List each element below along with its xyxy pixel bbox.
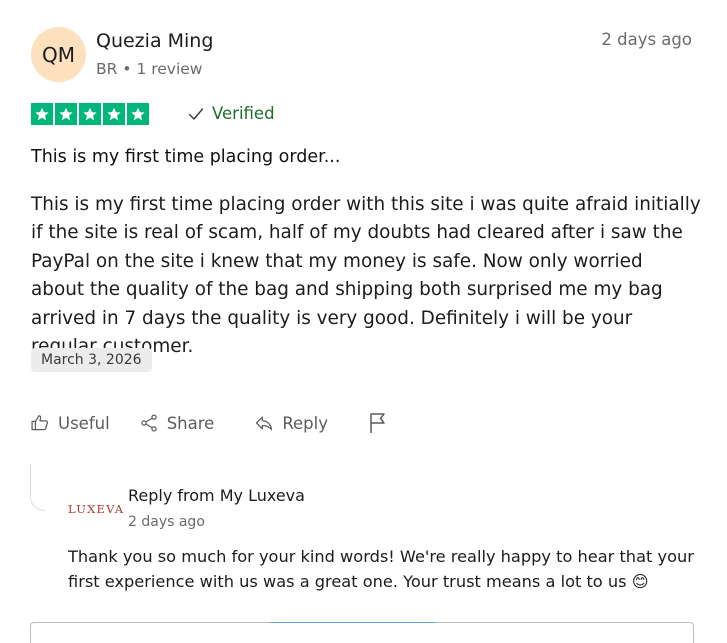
reviewer-avatar[interactable]: QM xyxy=(31,27,86,82)
verified-badge[interactable]: Verified xyxy=(188,104,275,123)
checkmark-icon xyxy=(188,107,204,120)
company-reply-time-ago: 2 days ago xyxy=(128,514,205,530)
star-icon xyxy=(127,103,149,125)
reviewer-meta: BR • 1 review xyxy=(96,60,203,78)
thumbs-up-icon xyxy=(31,415,49,431)
reply-arrow-icon xyxy=(256,416,273,431)
star-icon xyxy=(103,103,125,125)
review-time-ago: 2 days ago xyxy=(601,30,692,49)
review-date: March 3, 2026 xyxy=(31,348,152,372)
avatar-initials: QM xyxy=(42,42,75,67)
company-reply-heading: Reply from My Luxeva xyxy=(128,486,305,505)
meta-separator: • xyxy=(122,60,132,78)
flag-icon xyxy=(370,413,385,433)
star-icon xyxy=(79,103,101,125)
reviewer-review-count: 1 review xyxy=(136,60,203,78)
reviewer-country: BR xyxy=(96,60,118,78)
report-button[interactable] xyxy=(368,412,388,434)
company-reply-text: Thank you so much for your kind words! W… xyxy=(68,547,694,591)
review-title[interactable]: This is my first time placing order... xyxy=(31,147,340,167)
share-button[interactable]: Share xyxy=(139,413,215,433)
star-rating xyxy=(31,103,149,125)
share-icon xyxy=(140,414,157,432)
useful-label: Useful xyxy=(58,413,110,433)
review-actions: Useful Share Reply xyxy=(30,412,388,434)
review-body: This is my first time placing order with… xyxy=(31,194,701,358)
share-label: Share xyxy=(166,413,215,433)
useful-button[interactable]: Useful xyxy=(30,413,110,433)
next-card-edge xyxy=(30,622,694,643)
star-icon xyxy=(31,103,53,125)
star-icon xyxy=(55,103,77,125)
reply-label: Reply xyxy=(282,413,329,433)
next-card-accent xyxy=(270,622,436,623)
company-logo: LUXEVA xyxy=(68,502,125,516)
reply-button[interactable]: Reply xyxy=(254,413,328,433)
reply-connector xyxy=(30,464,45,511)
reviewer-name[interactable]: Quezia Ming xyxy=(96,30,213,52)
verified-label: Verified xyxy=(212,104,275,123)
